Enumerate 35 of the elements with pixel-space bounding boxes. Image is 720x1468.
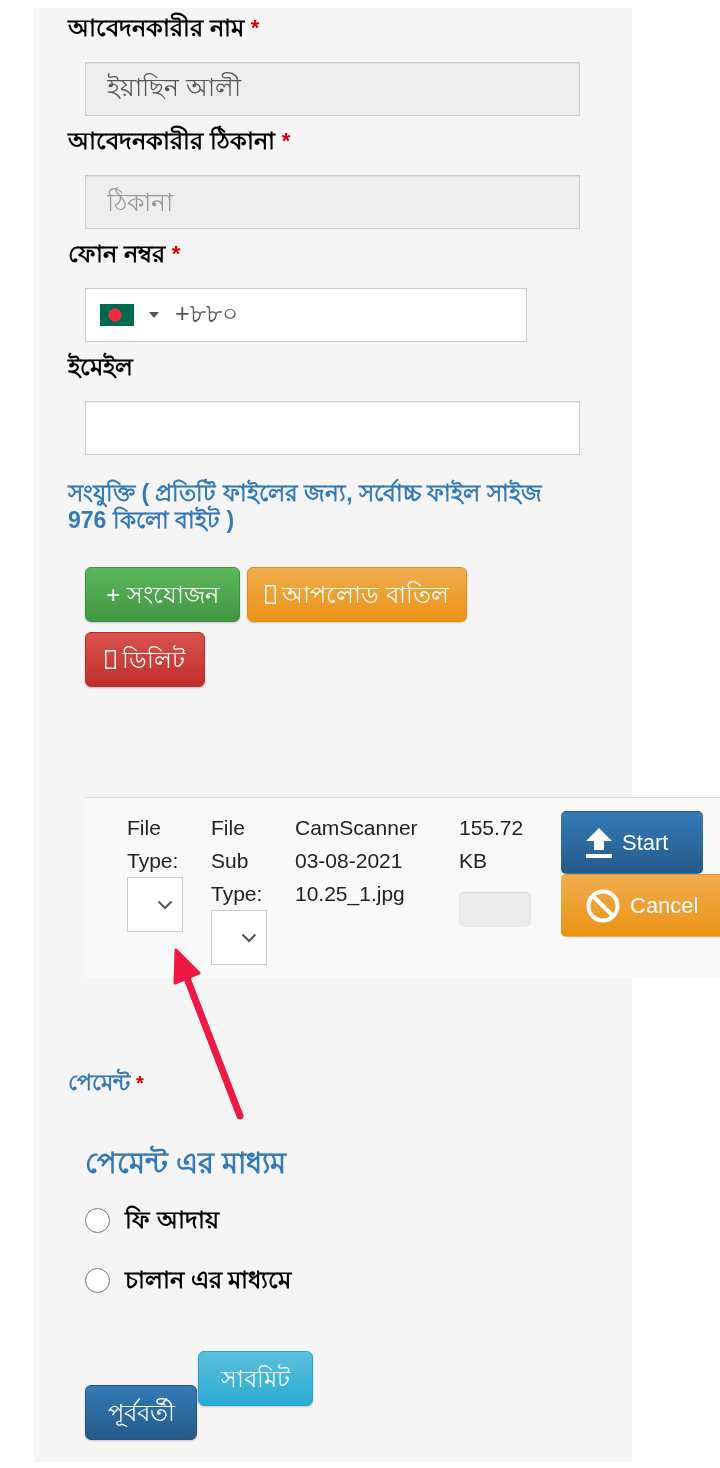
- radio-label: চালান এর মাধ্যমে: [125, 1265, 292, 1295]
- country-dropdown[interactable]: [100, 304, 159, 326]
- required-asterisk: *: [250, 14, 260, 42]
- file-name: CamScanner 03-08-2021 10.25_1.jpg: [295, 815, 419, 908]
- required-asterisk: *: [136, 1071, 144, 1096]
- delete-button[interactable]: ডিলিট: [85, 632, 205, 687]
- phone-field[interactable]: +৮৮০: [85, 288, 527, 342]
- file-size: 155.72 KB: [459, 815, 525, 874]
- field-label: File Type:: [127, 815, 180, 874]
- add-button[interactable]: + সংযোজন: [85, 567, 240, 622]
- field-label: File Sub Type:: [211, 815, 264, 907]
- input-field[interactable]: [85, 401, 580, 455]
- previous-button[interactable]: পূর্ববর্তী: [85, 1385, 197, 1440]
- radio-button[interactable]: [85, 1267, 110, 1293]
- radio-button[interactable]: [85, 1207, 110, 1233]
- flag-icon: [100, 304, 134, 326]
- upload-icon: [586, 827, 612, 858]
- field-label: ফোন নম্বর: [68, 240, 165, 268]
- caret-icon: [149, 312, 159, 318]
- payment-label: পেমেন্ট: [68, 1070, 130, 1096]
- start-button[interactable]: Start: [561, 811, 703, 874]
- field-label: আবেদনকারীর নাম: [68, 14, 244, 42]
- field-label: আবেদনকারীর ঠিকানা: [68, 127, 275, 155]
- required-asterisk: *: [281, 127, 291, 155]
- submit-button[interactable]: সাবমিট: [198, 1351, 313, 1406]
- field-label: ইমেইল: [68, 353, 133, 381]
- missing-glyph-icon: [265, 585, 277, 604]
- radio-label: ফি আদায়: [125, 1205, 219, 1235]
- required-asterisk: *: [171, 240, 181, 268]
- chevron-down-icon: [241, 932, 257, 943]
- chevron-down-icon: [157, 899, 173, 910]
- payment-heading: পেমেন্ট এর মাধ্যম: [85, 1146, 288, 1180]
- attachment-note: সংযুক্তি ( প্রতিটি ফাইলের জন্য, সর্বোচ্চ ফাইল সাইজ 976 কিলো বাইট ): [68, 480, 544, 534]
- missing-glyph-icon: [105, 650, 116, 669]
- prohibition-icon: [586, 888, 620, 923]
